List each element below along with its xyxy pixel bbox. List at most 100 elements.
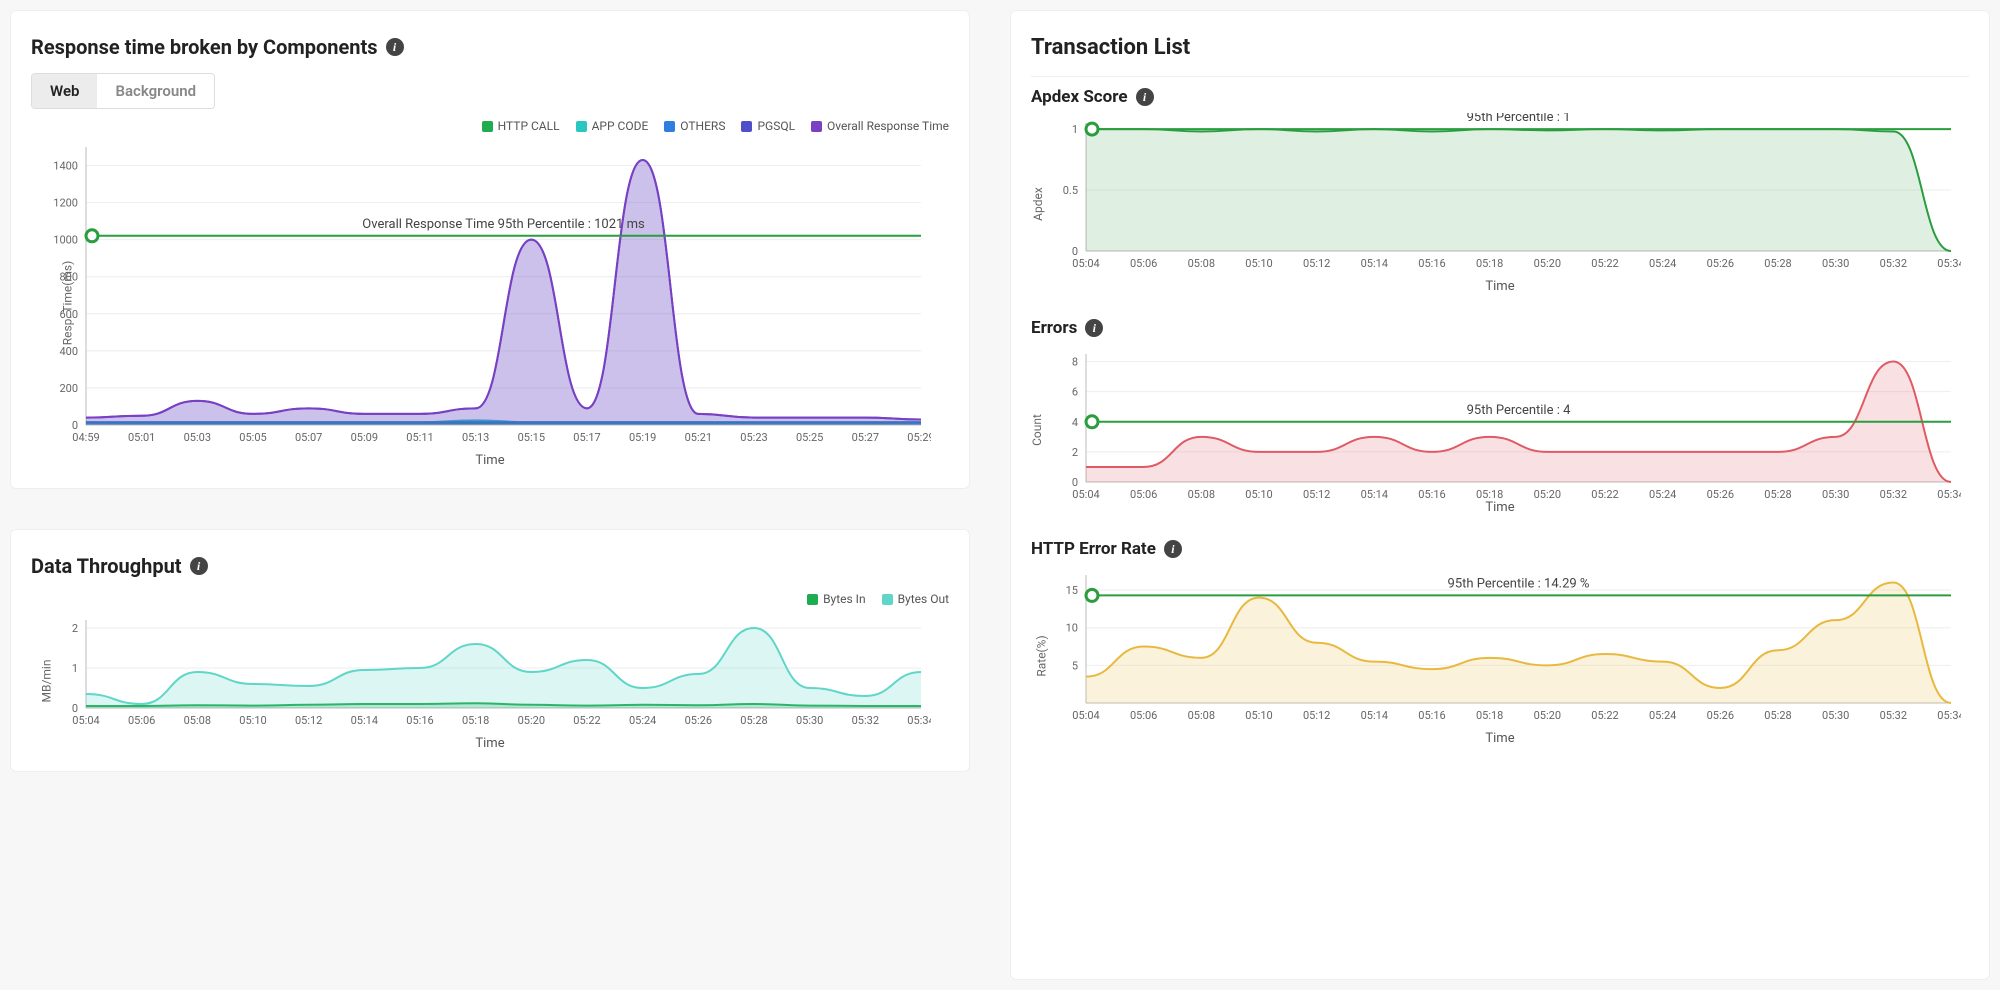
response-chart[interactable]: Resp. Time(ms) 0200400600800100012001400…: [31, 137, 949, 468]
svg-text:05:34: 05:34: [907, 714, 931, 727]
svg-text:05:26: 05:26: [1707, 488, 1734, 501]
svg-text:05:16: 05:16: [1418, 709, 1445, 722]
svg-text:05:28: 05:28: [1764, 488, 1791, 501]
svg-text:05:09: 05:09: [351, 431, 378, 444]
legend-swatch: [482, 121, 493, 132]
legend-item[interactable]: HTTP CALL: [482, 119, 560, 133]
svg-text:05:12: 05:12: [295, 714, 322, 727]
svg-text:05:05: 05:05: [239, 431, 266, 444]
info-icon[interactable]: i: [1164, 540, 1182, 558]
svg-text:05:11: 05:11: [406, 431, 433, 444]
svg-text:05:12: 05:12: [1303, 257, 1330, 270]
svg-text:05:12: 05:12: [1303, 488, 1330, 501]
svg-text:05:30: 05:30: [1822, 488, 1849, 501]
svg-text:05:04: 05:04: [1072, 257, 1099, 270]
response-time-panel: Response time broken by Components i Web…: [10, 10, 970, 489]
svg-text:05:24: 05:24: [629, 714, 656, 727]
legend-label: Bytes In: [823, 592, 866, 606]
transaction-list-header: Transaction List: [1031, 35, 1969, 77]
apdex-title-text: Apdex Score: [1031, 87, 1128, 107]
svg-text:05:06: 05:06: [1130, 709, 1157, 722]
svg-text:05:30: 05:30: [1822, 709, 1849, 722]
x-axis-label: Time: [1031, 500, 1969, 515]
legend-swatch: [741, 121, 752, 132]
y-axis-label: Resp. Time(ms): [60, 260, 74, 345]
svg-text:05:06: 05:06: [128, 714, 155, 727]
legend-swatch: [664, 121, 675, 132]
svg-text:05:20: 05:20: [1534, 709, 1561, 722]
svg-text:05:16: 05:16: [406, 714, 433, 727]
info-icon[interactable]: i: [386, 38, 404, 56]
legend-item[interactable]: OTHERS: [664, 119, 725, 133]
y-axis-label: Rate(%): [1035, 635, 1049, 676]
info-icon[interactable]: i: [1085, 319, 1103, 337]
errors-title-text: Errors: [1031, 318, 1077, 338]
x-axis-label: Time: [1031, 731, 1969, 746]
svg-text:95th Percentile : 1: 95th Percentile : 1: [1467, 113, 1571, 125]
info-icon[interactable]: i: [1136, 88, 1154, 106]
http-error-title: HTTP Error Rate i: [1031, 539, 1969, 559]
svg-text:05:24: 05:24: [1649, 257, 1676, 270]
svg-text:2: 2: [1072, 446, 1078, 459]
svg-text:05:10: 05:10: [1245, 709, 1272, 722]
svg-text:05:29: 05:29: [907, 431, 931, 444]
svg-text:5: 5: [1072, 659, 1078, 672]
panel-title: Response time broken by Components i: [31, 35, 949, 59]
svg-text:95th Percentile : 14.29 %: 95th Percentile : 14.29 %: [1448, 576, 1590, 591]
svg-text:05:08: 05:08: [1188, 257, 1215, 270]
legend-item[interactable]: Bytes Out: [882, 592, 949, 606]
panel-title-text: Response time broken by Components: [31, 35, 378, 59]
apdex-chart[interactable]: Apdex 00.5105:0405:0605:0805:1005:1205:1…: [1031, 113, 1969, 294]
x-axis-label: Time: [1031, 279, 1969, 294]
svg-text:05:26: 05:26: [685, 714, 712, 727]
y-axis-label: MB/min: [39, 659, 53, 702]
apdex-title: Apdex Score i: [1031, 87, 1969, 107]
svg-text:05:20: 05:20: [518, 714, 545, 727]
svg-text:05:34: 05:34: [1937, 257, 1961, 270]
svg-text:15: 15: [1066, 584, 1078, 597]
legend-swatch: [811, 121, 822, 132]
svg-text:05:16: 05:16: [1418, 257, 1445, 270]
svg-text:05:25: 05:25: [796, 431, 823, 444]
svg-text:05:30: 05:30: [796, 714, 823, 727]
errors-chart[interactable]: Count 0246805:0405:0605:0805:1005:1205:1…: [1031, 344, 1969, 515]
tab-web[interactable]: Web: [32, 74, 97, 108]
svg-text:05:23: 05:23: [740, 431, 767, 444]
legend-item[interactable]: Bytes In: [807, 592, 866, 606]
svg-text:05:28: 05:28: [1764, 709, 1791, 722]
svg-text:05:06: 05:06: [1130, 488, 1157, 501]
svg-text:05:32: 05:32: [1880, 257, 1907, 270]
svg-text:1400: 1400: [53, 160, 78, 173]
http-error-chart[interactable]: Rate(%) 5101505:0405:0605:0805:1005:1205…: [1031, 565, 1969, 746]
x-axis-label: Time: [31, 736, 949, 751]
throughput-chart[interactable]: MB/min 01205:0405:0605:0805:1005:1205:14…: [31, 610, 949, 751]
svg-text:05:19: 05:19: [629, 431, 656, 444]
legend-label: Bytes Out: [898, 592, 949, 606]
svg-text:05:28: 05:28: [1764, 257, 1791, 270]
svg-text:05:10: 05:10: [239, 714, 266, 727]
svg-text:4: 4: [1072, 416, 1078, 429]
svg-text:05:14: 05:14: [1361, 488, 1388, 501]
legend-item[interactable]: PGSQL: [741, 119, 795, 133]
svg-text:05:01: 05:01: [128, 431, 155, 444]
svg-text:1: 1: [1072, 123, 1078, 136]
response-legend: HTTP CALL APP CODE OTHERS PGSQL Overall Resp…: [31, 119, 949, 133]
svg-text:05:30: 05:30: [1822, 257, 1849, 270]
svg-text:95th Percentile : 4: 95th Percentile : 4: [1467, 403, 1571, 418]
legend-swatch: [576, 121, 587, 132]
svg-text:05:04: 05:04: [1072, 488, 1099, 501]
svg-text:1: 1: [72, 662, 78, 675]
svg-text:04:59: 04:59: [72, 431, 99, 444]
svg-text:05:32: 05:32: [852, 714, 879, 727]
info-icon[interactable]: i: [190, 557, 208, 575]
tab-background[interactable]: Background: [97, 74, 214, 108]
svg-text:05:18: 05:18: [462, 714, 489, 727]
y-axis-label: Apdex: [1031, 187, 1045, 221]
panel-title-text: Data Throughput: [31, 554, 182, 578]
errors-title: Errors i: [1031, 318, 1969, 338]
svg-text:0.5: 0.5: [1063, 184, 1078, 197]
svg-text:200: 200: [59, 382, 78, 395]
legend-item[interactable]: Overall Response Time: [811, 119, 949, 133]
legend-item[interactable]: APP CODE: [576, 119, 649, 133]
svg-text:05:22: 05:22: [1591, 709, 1618, 722]
